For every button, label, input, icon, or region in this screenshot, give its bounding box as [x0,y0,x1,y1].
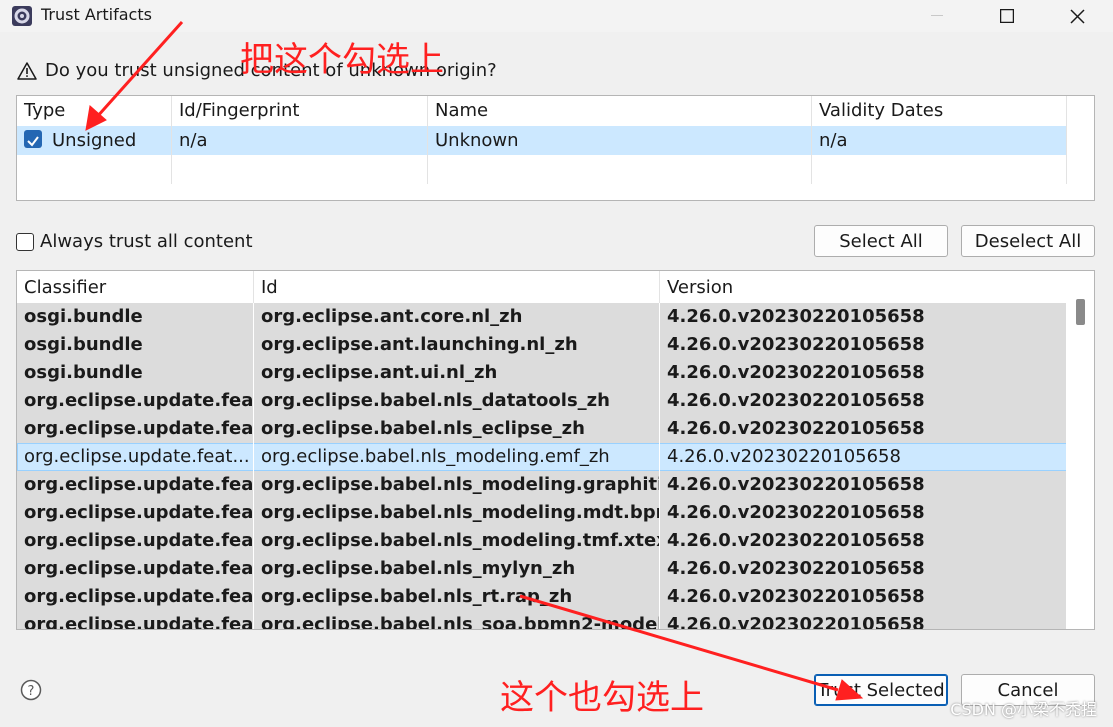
maximize-button[interactable] [984,0,1030,32]
type-cell: Unsigned [17,126,172,155]
id-cell: org.eclipse.ant.launching.nl_zh [254,331,660,359]
version-cell: 4.26.0.v20230220105658 [660,359,1067,387]
minimize-icon [931,15,943,16]
table-row[interactable]: osgi.bundle org.eclipse.ant.launching.nl_… [17,331,1067,359]
table-row[interactable]: org.eclipse.update.feat...org.eclipse.ba… [17,415,1067,443]
artifacts-table-header: Classifier Id Version [17,271,1067,303]
eclipse-gear-icon [12,6,32,26]
title-bar: Trust Artifacts [0,0,1113,32]
table-row[interactable]: osgi.bundle org.eclipse.ant.core.nl_zh 4.2… [17,303,1067,331]
version-cell: 4.26.0.v20230220105658 [660,499,1067,527]
classifier-cell: org.eclipse.update.feat... [17,583,254,611]
column-header-id[interactable]: Id [254,271,660,303]
column-header-classifier[interactable]: Classifier [17,271,254,303]
column-header-validity[interactable]: Validity Dates [812,96,1067,126]
id-cell: org.eclipse.babel.nls_rt.rap_zh [254,583,660,611]
empty-row [17,155,1067,184]
checkmark-icon [27,136,39,147]
version-cell: 4.26.0.v20230220105658 [660,611,1067,629]
watermark: CSDN @小梁不秃捏 [950,700,1097,719]
annotation-bottom: 这个也勾选上 [500,678,704,718]
table-row[interactable]: org.eclipse.update.feat...org.eclipse.ba… [17,387,1067,415]
classifier-cell: org.eclipse.update.feat... [17,415,254,443]
signers-table: Type Id/Fingerprint Name Validity Dates … [16,95,1095,201]
table-row[interactable]: Unsigned n/a Unknown n/a [17,126,1067,155]
column-header-fingerprint[interactable]: Id/Fingerprint [172,96,428,126]
window-title: Trust Artifacts [41,5,152,24]
name-cell: Unknown [428,126,812,155]
close-icon [1069,8,1085,24]
version-cell: 4.26.0.v20230220105658 [660,415,1067,443]
table-row[interactable]: org.eclipse.update.feat...org.eclipse.ba… [17,555,1067,583]
classifier-cell: org.eclipse.update.feat... [17,471,254,499]
always-trust-label: Always trust all content [40,231,253,252]
id-cell: org.eclipse.babel.nls_eclipse_zh [254,415,660,443]
table-row[interactable]: org.eclipse.update.feat...org.eclipse.ba… [17,611,1067,629]
classifier-cell: osgi.bundle [17,331,254,359]
always-trust-checkbox[interactable] [16,232,34,251]
version-cell: 4.26.0.v20230220105658 [660,387,1067,415]
column-header-name[interactable]: Name [428,96,812,126]
always-trust-row[interactable]: Always trust all content [16,231,253,252]
signers-table-header: Type Id/Fingerprint Name Validity Dates [17,96,1067,126]
version-cell: 4.26.0.v20230220105658 [660,303,1067,331]
table-row[interactable]: org.eclipse.update.feat...org.eclipse.ba… [17,471,1067,499]
classifier-cell: osgi.bundle [17,359,254,387]
artifacts-table-body: osgi.bundle org.eclipse.ant.core.nl_zh 4.2… [17,303,1067,629]
id-cell: org.eclipse.ant.core.nl_zh [254,303,660,331]
version-cell: 4.26.0.v20230220105658 [660,527,1067,555]
version-cell: 4.26.0.v20230220105658 [660,443,1067,471]
id-cell: org.eclipse.babel.nls_modeling.mdt.bpmn.… [254,499,660,527]
version-cell: 4.26.0.v20230220105658 [660,331,1067,359]
annotation-top: 把这个勾选上 [240,40,444,80]
column-header-type[interactable]: Type [17,96,172,126]
fingerprint-cell: n/a [172,126,428,155]
classifier-cell: org.eclipse.update.feat... [17,611,254,629]
classifier-cell: org.eclipse.update.feat... [17,527,254,555]
scroll-thumb[interactable] [1076,299,1085,325]
artifacts-table: Classifier Id Version osgi.bundle org.ecl… [16,270,1095,630]
id-cell: org.eclipse.ant.ui.nl_zh [254,359,660,387]
svg-text:?: ? [28,684,35,699]
unsigned-checkbox[interactable] [24,130,42,148]
version-cell: 4.26.0.v20230220105658 [660,555,1067,583]
version-cell: 4.26.0.v20230220105658 [660,583,1067,611]
help-icon[interactable]: ? [20,679,42,701]
type-label: Unsigned [52,130,137,151]
select-all-button[interactable]: Select All [814,225,948,257]
id-cell: org.eclipse.babel.nls_soa.bpmn2-modeler.… [254,611,660,629]
id-cell: org.eclipse.babel.nls_mylyn_zh [254,555,660,583]
minimize-button[interactable] [914,0,960,32]
deselect-all-button[interactable]: Deselect All [961,225,1095,257]
column-header-version[interactable]: Version [660,271,1067,303]
classifier-cell: osgi.bundle [17,303,254,331]
classifier-cell: org.eclipse.update.feat... [17,499,254,527]
classifier-cell: org.eclipse.update.feat... [17,555,254,583]
table-row[interactable]: org.eclipse.update.feat...org.eclipse.ba… [17,499,1067,527]
trust-selected-button[interactable]: Trust Selected [814,674,948,706]
vertical-scrollbar[interactable] [1066,271,1094,629]
classifier-cell: org.eclipse.update.feat... [17,443,254,471]
table-row[interactable]: org.eclipse.update.feat...org.eclipse.ba… [17,583,1067,611]
id-cell: org.eclipse.babel.nls_modeling.emf_zh [254,443,660,471]
id-cell: org.eclipse.babel.nls_modeling.graphiti_… [254,471,660,499]
classifier-cell: org.eclipse.update.feat... [17,387,254,415]
id-cell: org.eclipse.babel.nls_modeling.tmf.xtext… [254,527,660,555]
id-cell: org.eclipse.babel.nls_datatools_zh [254,387,660,415]
table-row[interactable]: osgi.bundle org.eclipse.ant.ui.nl_zh 4.26.… [17,359,1067,387]
table-row[interactable]: org.eclipse.update.feat...org.eclipse.ba… [17,527,1067,555]
table-row[interactable]: org.eclipse.update.feat...org.eclipse.ba… [17,443,1067,471]
warning-icon [17,61,37,80]
close-button[interactable] [1054,0,1100,32]
validity-cell: n/a [812,126,1067,155]
maximize-icon [1000,9,1014,23]
version-cell: 4.26.0.v20230220105658 [660,471,1067,499]
